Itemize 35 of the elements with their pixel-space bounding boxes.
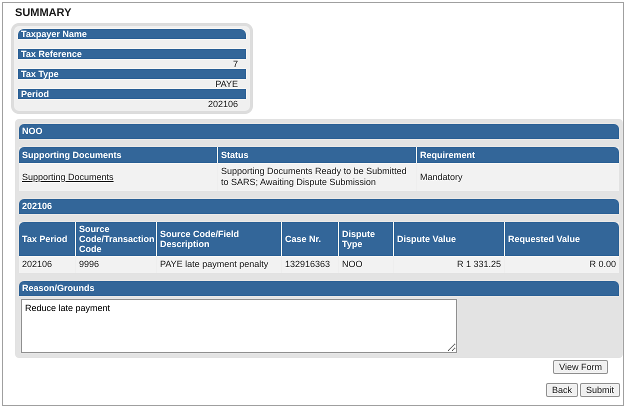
- column-header: Dispute Value: [394, 222, 504, 256]
- table-cell: 9996: [76, 256, 156, 273]
- column-header: Supporting Documents: [19, 147, 217, 163]
- field-label: Tax Type: [18, 69, 246, 79]
- section-header: 202106: [19, 199, 619, 214]
- column-header: Requested Value: [505, 222, 619, 256]
- column-header: Requirement: [417, 147, 619, 163]
- table-cell: 132916363: [282, 256, 338, 273]
- reason-field[interactable]: Reduce late payment: [21, 299, 457, 353]
- view-form-button[interactable]: View Form: [553, 360, 608, 374]
- column-header: Dispute Type: [339, 222, 393, 256]
- field-value: 202106: [208, 99, 238, 109]
- column-header: Source Code/Transaction Code: [76, 222, 156, 256]
- submit-button[interactable]: Submit: [580, 383, 620, 397]
- field-label: Tax Reference: [18, 49, 246, 59]
- section-header: NOO: [19, 124, 619, 139]
- column-header: Source Code/Field Description: [157, 222, 281, 256]
- documents-link[interactable]: Supporting Documents: [22, 172, 114, 182]
- table-cell: PAYE late payment penalty: [157, 256, 281, 273]
- column-header: Case Nr.: [282, 222, 338, 256]
- field-value: PAYE: [215, 79, 238, 89]
- section-header: Reason/Grounds: [19, 281, 619, 296]
- table-cell: 202106: [19, 256, 75, 273]
- field-label: Taxpayer Name: [18, 29, 246, 39]
- column-header: Tax Period: [19, 222, 75, 256]
- field-label: Period: [18, 89, 246, 99]
- table-cell: Mandatory: [417, 163, 619, 191]
- table-cell: NOO: [339, 256, 393, 273]
- back-button[interactable]: Back: [546, 383, 578, 397]
- table-cell: Supporting Documents Ready to be Submitted to SARS; Awaiting Dispute Submission: [218, 163, 416, 191]
- column-header: Status: [218, 147, 416, 163]
- page-title: SUMMARY: [15, 7, 72, 19]
- field-value: 7: [232, 59, 238, 69]
- table-cell: R 0.00: [505, 256, 619, 273]
- table-cell: R 1 331.25: [394, 256, 504, 273]
